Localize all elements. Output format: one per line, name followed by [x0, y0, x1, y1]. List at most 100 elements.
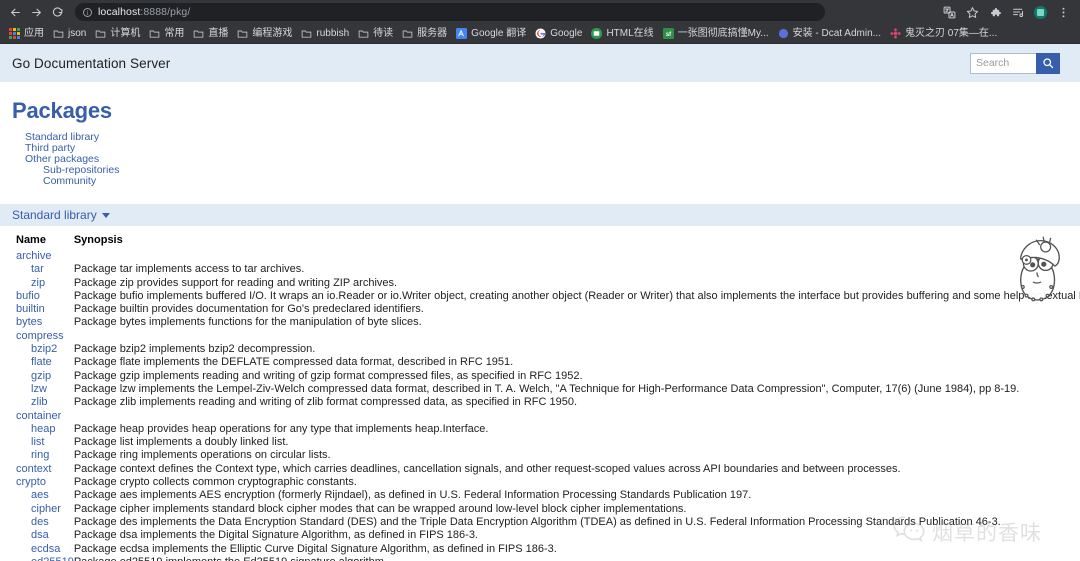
package-link[interactable]: aes [31, 489, 49, 501]
bookmark-item[interactable]: 应用 [6, 27, 50, 41]
package-link[interactable]: cipher [31, 503, 61, 515]
bookmark-item[interactable]: 编程游戏 [234, 27, 298, 41]
bookmark-item[interactable]: json [50, 27, 92, 41]
package-link[interactable]: bufio [16, 290, 40, 302]
bookmark-item[interactable]: 待读 [355, 27, 399, 41]
site-info-icon[interactable]: i [83, 8, 92, 17]
package-name-cell[interactable]: ed25519 [0, 556, 74, 561]
package-name-cell[interactable]: dsa [0, 529, 74, 542]
bookmark-item[interactable]: 常用 [146, 27, 190, 41]
chrome-menu-icon[interactable] [1056, 5, 1070, 19]
package-nav-item[interactable]: Standard library [25, 132, 1080, 143]
package-name-cell[interactable]: bufio [0, 290, 74, 303]
address-bar[interactable]: i localhost:8888/pkg/ [75, 3, 825, 21]
package-nav-item[interactable]: Other packages [25, 154, 1080, 165]
bookmark-label: Google 翻译 [471, 28, 526, 40]
package-nav-item[interactable]: Third party [25, 143, 1080, 154]
package-link[interactable]: zip [31, 277, 45, 289]
package-link[interactable]: heap [31, 423, 55, 435]
package-name-cell[interactable]: cipher [0, 503, 74, 516]
package-name-cell[interactable]: ring [0, 449, 74, 462]
reload-icon[interactable] [48, 3, 67, 22]
table-row: zlibPackage zlib implements reading and … [0, 396, 1080, 409]
package-link[interactable]: dsa [31, 529, 49, 541]
package-link[interactable]: container [16, 410, 61, 422]
table-row: tarPackage tar implements access to tar … [0, 263, 1080, 276]
bookmark-star-icon[interactable] [965, 5, 979, 19]
bookmark-item[interactable]: Google 翻译 [453, 27, 532, 41]
package-synopsis-cell: Package bzip2 implements bzip2 decompres… [74, 343, 1080, 356]
package-name-cell[interactable]: context [0, 463, 74, 476]
bookmark-item[interactable]: Google [532, 27, 588, 41]
package-nav-item[interactable]: Sub-repositories [43, 165, 1080, 176]
extensions-puzzle-icon[interactable] [988, 5, 1002, 19]
bookmark-item[interactable]: 计算机 [92, 27, 146, 41]
package-link[interactable]: ecdsa [31, 543, 60, 555]
search-input[interactable] [970, 53, 1036, 74]
caret-down-icon[interactable] [102, 213, 110, 218]
package-link[interactable]: compress [16, 330, 64, 342]
translate-icon[interactable] [942, 5, 956, 19]
package-name-cell[interactable]: compress [0, 330, 74, 343]
package-link[interactable]: des [31, 516, 49, 528]
package-link[interactable]: context [16, 463, 51, 475]
bookmark-item[interactable]: 服务器 [399, 27, 453, 41]
search-button[interactable] [1036, 53, 1060, 74]
profile-avatar[interactable] [1034, 6, 1047, 19]
package-name-cell[interactable]: heap [0, 423, 74, 436]
back-arrow-icon[interactable] [6, 3, 25, 22]
bookmark-item[interactable]: HTML在线 [588, 27, 659, 41]
bookmark-label: 编程游戏 [252, 28, 292, 40]
table-row: crypto Package crypto collects common cry… [0, 476, 1080, 489]
column-header-name: Name [0, 234, 74, 250]
package-nav-item[interactable]: Community [43, 176, 1080, 187]
forward-arrow-icon[interactable] [27, 3, 46, 22]
package-name-cell[interactable]: zlib [0, 396, 74, 409]
package-name-cell[interactable]: gzip [0, 370, 74, 383]
package-name-cell[interactable]: aes [0, 489, 74, 502]
package-link[interactable]: crypto [16, 476, 46, 488]
package-link[interactable]: bytes [16, 316, 42, 328]
package-synopsis-cell [74, 330, 1080, 343]
bookmark-label: 安装 - Dcat Admin... [793, 28, 881, 40]
package-name-cell[interactable]: archive [0, 250, 74, 263]
package-synopsis-cell [74, 410, 1080, 423]
package-link[interactable]: builtin [16, 303, 45, 315]
package-link[interactable]: zlib [31, 396, 48, 408]
package-name-cell[interactable]: builtin [0, 303, 74, 316]
package-link[interactable]: ed25519 [31, 556, 74, 561]
column-header-synopsis: Synopsis [74, 234, 1080, 250]
package-link[interactable]: lzw [31, 383, 47, 395]
package-name-cell[interactable]: flate [0, 356, 74, 369]
package-name-cell[interactable]: list [0, 436, 74, 449]
bookmark-item[interactable]: 安装 - Dcat Admin... [775, 27, 887, 41]
package-name-cell[interactable]: des [0, 516, 74, 529]
bookmark-item[interactable]: rubbish [298, 27, 355, 41]
package-name-cell[interactable]: bzip2 [0, 343, 74, 356]
bookmark-item[interactable]: 直播 [190, 27, 234, 41]
package-link[interactable]: gzip [31, 370, 51, 382]
media-list-icon[interactable] [1011, 5, 1025, 19]
standard-library-section-bar[interactable]: Standard library [0, 204, 1080, 226]
package-name-cell[interactable]: ecdsa [0, 543, 74, 556]
package-link[interactable]: archive [16, 250, 51, 262]
package-synopsis-cell: Package crypto collects common cryptogra… [74, 476, 1080, 489]
package-name-cell[interactable]: lzw [0, 383, 74, 396]
package-link[interactable]: bzip2 [31, 343, 57, 355]
package-name-cell[interactable]: container [0, 410, 74, 423]
package-link[interactable]: list [31, 436, 44, 448]
package-name-cell[interactable]: crypto [0, 476, 74, 489]
bookmark-item[interactable]: 鬼灭之刃 07集—在... [887, 27, 1003, 41]
package-link[interactable]: tar [31, 263, 44, 275]
bookmark-label: 直播 [208, 28, 228, 40]
bookmarks-bar: 应用json计算机常用 直播 编程游戏 rubbish待读服务器 Google 翻译 Go… [0, 24, 1080, 44]
package-name-cell[interactable]: tar [0, 263, 74, 276]
package-link[interactable]: flate [31, 356, 52, 368]
bookmark-item[interactable]: sf一张图彻底搞懂My... [660, 27, 775, 41]
table-row: compress [0, 330, 1080, 343]
sf-icon: sf [663, 28, 674, 39]
package-name-cell[interactable]: zip [0, 277, 74, 290]
package-nav-link[interactable]: Community [43, 175, 96, 187]
package-link[interactable]: ring [31, 449, 49, 461]
package-name-cell[interactable]: bytes [0, 316, 74, 329]
